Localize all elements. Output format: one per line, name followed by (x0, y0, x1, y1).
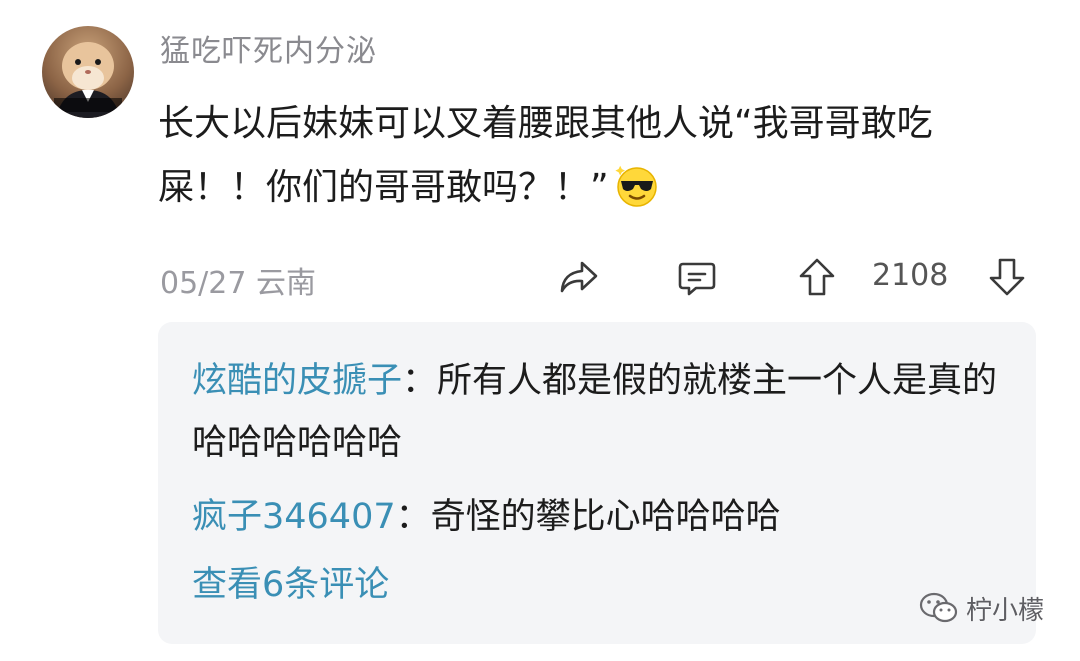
replies-panel: 炫酷的皮搋子：所有人都是假的就楼主一个人是真的哈哈哈哈哈哈 疯子346407：奇… (158, 322, 1036, 644)
arrow-down-icon (989, 258, 1025, 296)
vote-count: 2108 (872, 258, 949, 293)
comment-page: 猛吃吓死内分泌 长大以后妹妹可以叉着腰跟其他人说“我哥哥敢吃屎！！你们的哥哥敢吗… (0, 0, 1080, 661)
share-icon (560, 261, 598, 293)
comment-body: 长大以后妹妹可以叉着腰跟其他人说“我哥哥敢吃屎！！你们的哥哥敢吗？！” (158, 92, 1038, 220)
upvote-button[interactable] (794, 254, 840, 300)
date-location: 05/27 云南 (160, 266, 316, 301)
hamster-avatar-image (54, 42, 122, 118)
reply-separator: ： (395, 497, 431, 537)
watermark-text: 柠小檬 (966, 595, 1045, 626)
reply-item[interactable]: 疯子346407：奇怪的攀比心哈哈哈哈 (192, 486, 1012, 548)
reply-text: 奇怪的攀比心哈哈哈哈 (430, 497, 781, 537)
reply-button[interactable] (674, 254, 720, 300)
arrow-up-icon (799, 258, 835, 296)
comment-text: 长大以后妹妹可以叉着腰跟其他人说“我哥哥敢吃屎！！你们的哥哥敢吗？！” (158, 103, 933, 208)
user-avatar[interactable] (42, 26, 134, 118)
share-button[interactable] (556, 254, 602, 300)
wechat-icon (918, 590, 960, 626)
cool-sunglasses-emoji-icon (613, 161, 661, 209)
watermark: 柠小檬 (918, 588, 1044, 628)
comment-meta-row: 05/27 云南 2108 (160, 254, 1040, 301)
comment-bubble-icon (678, 262, 716, 296)
reply-separator: ： (402, 361, 438, 401)
username[interactable]: 猛吃吓死内分泌 (160, 26, 377, 70)
reply-author[interactable]: 疯子346407 (192, 497, 396, 537)
view-more-replies-link[interactable]: 查看6条评论 (192, 554, 389, 616)
reply-item[interactable]: 炫酷的皮搋子：所有人都是假的就楼主一个人是真的哈哈哈哈哈哈 (192, 350, 1012, 474)
reply-author[interactable]: 炫酷的皮搋子 (192, 361, 402, 401)
downvote-button[interactable] (984, 254, 1030, 300)
